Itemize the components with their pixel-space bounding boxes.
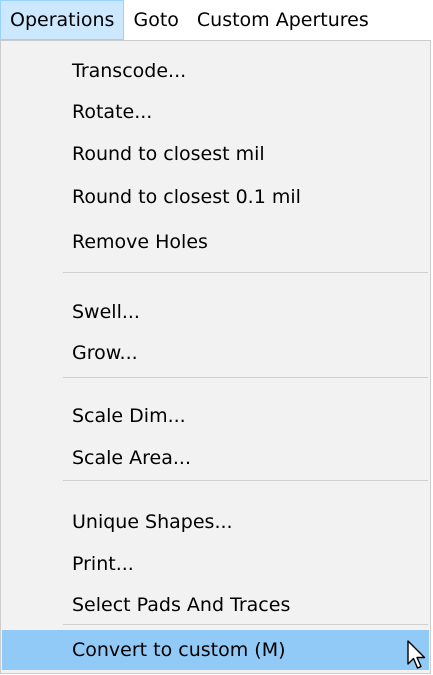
menu-item-select-pads-and-traces[interactable]: Select Pads And Traces [2, 585, 429, 625]
menu-item-convert-to-custom[interactable]: Convert to custom (M) [2, 630, 429, 670]
menu-separator [63, 272, 428, 273]
menu-item-round-closest-tenth-mil[interactable]: Round to closest 0.1 mil [2, 177, 429, 217]
menu-item-print[interactable]: Print... [2, 544, 429, 584]
menu-item-round-closest-mil[interactable]: Round to closest mil [2, 134, 429, 174]
menu-item-rotate[interactable]: Rotate... [2, 92, 429, 132]
menu-item-scale-area[interactable]: Scale Area... [2, 438, 429, 478]
menu-separator [63, 480, 428, 481]
menubar-operations[interactable]: Operations [0, 0, 125, 40]
menu-item-scale-dim[interactable]: Scale Dim... [2, 396, 429, 436]
menu-bar: Operations Goto Custom Apertures [0, 0, 433, 40]
menu-item-remove-holes[interactable]: Remove Holes [2, 222, 429, 262]
menu-separator [63, 377, 428, 378]
menubar-custom-apertures[interactable]: Custom Apertures [188, 0, 378, 40]
menu-item-unique-shapes[interactable]: Unique Shapes... [2, 502, 429, 542]
menubar-goto[interactable]: Goto [124, 0, 187, 40]
mouse-pointer-icon [407, 640, 426, 669]
menu-separator [63, 624, 428, 625]
operations-dropdown-menu: Transcode... Rotate... Round to closest … [0, 40, 431, 674]
menu-item-grow[interactable]: Grow... [2, 333, 429, 373]
menu-item-transcode[interactable]: Transcode... [2, 51, 429, 91]
menu-item-swell[interactable]: Swell... [2, 292, 429, 332]
